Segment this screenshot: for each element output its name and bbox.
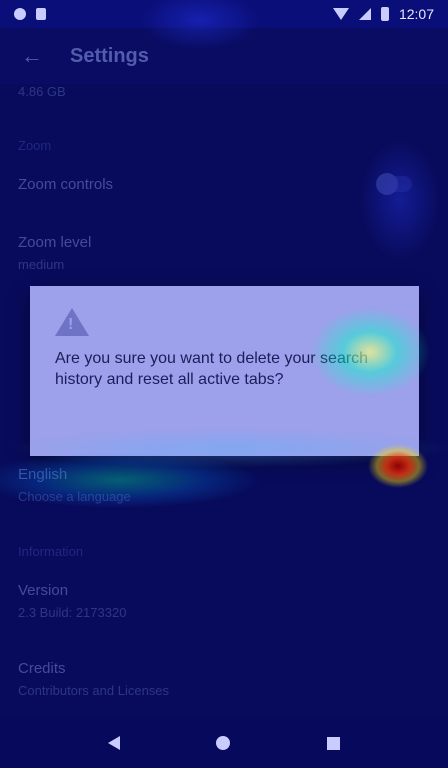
nav-home-icon[interactable] (216, 736, 231, 750)
navigation-bar (0, 718, 448, 768)
sd-card-icon (36, 8, 46, 20)
status-bar: 12:07 (0, 0, 448, 28)
nav-back-icon[interactable] (108, 736, 121, 750)
wifi-icon (332, 8, 349, 20)
confirm-dialog: Are you sure you want to delete your sea… (30, 286, 419, 456)
signal-icon (358, 8, 371, 20)
warning-icon (55, 308, 89, 336)
status-time: 12:07 (398, 6, 434, 22)
status-right: 12:07 (332, 6, 434, 22)
battery-icon (380, 7, 389, 21)
dialog-message: Are you sure you want to delete your sea… (55, 350, 369, 388)
status-left (14, 8, 46, 20)
notification-dot-icon (14, 8, 26, 20)
nav-recents-icon[interactable] (326, 736, 340, 750)
